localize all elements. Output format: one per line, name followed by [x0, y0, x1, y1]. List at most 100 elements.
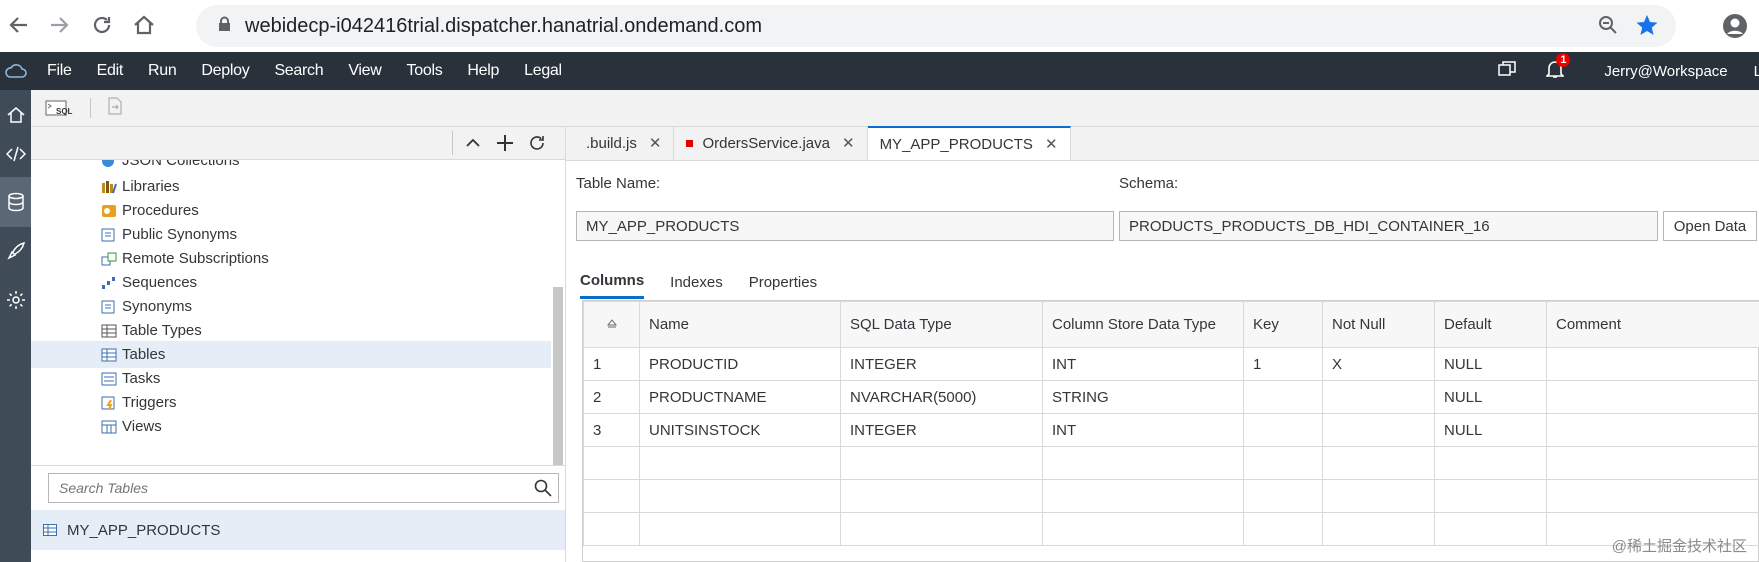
- cell-not-null[interactable]: [1322, 413, 1435, 447]
- menu-search[interactable]: Search: [274, 62, 323, 80]
- close-icon[interactable]: ✕: [1045, 135, 1058, 153]
- empty-row[interactable]: [583, 512, 1759, 546]
- cell-default[interactable]: NULL: [1434, 347, 1547, 381]
- subtab-columns[interactable]: Columns: [580, 265, 645, 299]
- editor-subtabs: Columns Indexes Properties: [580, 265, 843, 299]
- forward-icon[interactable]: [42, 7, 78, 43]
- zoom-icon[interactable]: [1598, 15, 1618, 39]
- cell-not-null[interactable]: X: [1322, 347, 1435, 381]
- cell-name[interactable]: PRODUCTNAME: [639, 380, 841, 414]
- column-header-not-null[interactable]: Not Null: [1322, 301, 1435, 348]
- cell-not-null[interactable]: [1322, 380, 1435, 414]
- empty-row[interactable]: [583, 479, 1759, 513]
- back-icon[interactable]: [0, 7, 36, 43]
- column-header-name[interactable]: Name: [639, 301, 841, 348]
- search-tables-input[interactable]: [48, 473, 559, 503]
- schema-field[interactable]: [1119, 211, 1658, 241]
- menu-tools[interactable]: Tools: [407, 62, 443, 80]
- cell-key[interactable]: [1243, 413, 1323, 447]
- add-icon[interactable]: [496, 134, 514, 156]
- search-result-row[interactable]: MY_APP_PRODUCTS: [31, 510, 565, 550]
- schema-label: Schema:: [1119, 175, 1179, 192]
- column-header-comment[interactable]: Comment: [1546, 301, 1759, 348]
- cell-store-type[interactable]: INT: [1042, 347, 1244, 381]
- tree-header: [31, 127, 565, 160]
- tree-item-json-collections[interactable]: JSON Collections: [31, 160, 551, 174]
- export-icon[interactable]: [107, 97, 123, 119]
- cell-store-type[interactable]: INT: [1042, 413, 1244, 447]
- cell-name[interactable]: UNITSINSTOCK: [639, 413, 841, 447]
- cell-sql-type[interactable]: INTEGER: [840, 347, 1043, 381]
- menu-legal[interactable]: Legal: [524, 62, 562, 80]
- column-header-default[interactable]: Default: [1434, 301, 1547, 348]
- cell-comment[interactable]: [1546, 413, 1759, 447]
- catalog-tree-panel: JSON Collections Libraries Procedures Pu…: [31, 127, 566, 562]
- menu-deploy[interactable]: Deploy: [201, 62, 249, 80]
- cell-key[interactable]: 1: [1243, 347, 1323, 381]
- tree-item-public-synonyms[interactable]: Public Synonyms: [31, 221, 551, 248]
- tree-item-remote-subscriptions[interactable]: Remote Subscriptions: [31, 245, 551, 272]
- tree-item-table-types[interactable]: Table Types: [31, 317, 551, 344]
- tree-item-synonyms[interactable]: Synonyms: [31, 293, 551, 320]
- cell-comment[interactable]: [1546, 347, 1759, 381]
- tab-my-app-products[interactable]: MY_APP_PRODUCTS ✕: [867, 126, 1071, 160]
- cell-key[interactable]: [1243, 380, 1323, 414]
- table-row[interactable]: 1 PRODUCTID INTEGER INT 1 X NULL: [583, 347, 1759, 381]
- sequence-icon: [101, 276, 117, 290]
- column-header-store-type[interactable]: Column Store Data Type: [1042, 301, 1244, 348]
- tree-item-libraries[interactable]: Libraries: [31, 173, 551, 200]
- tree-item-views[interactable]: Views: [31, 413, 551, 440]
- collapse-icon[interactable]: [465, 135, 481, 155]
- subtab-indexes[interactable]: Indexes: [670, 265, 723, 299]
- search-icon[interactable]: [534, 479, 552, 501]
- sql-console-button[interactable]: SQL: [45, 100, 72, 116]
- refresh-icon[interactable]: [528, 134, 546, 156]
- sort-column-header[interactable]: [583, 301, 640, 348]
- cell-sql-type[interactable]: INTEGER: [840, 413, 1043, 447]
- empty-row[interactable]: [583, 446, 1759, 480]
- close-icon[interactable]: ✕: [649, 134, 662, 152]
- menu-help[interactable]: Help: [467, 62, 499, 80]
- subtab-properties[interactable]: Properties: [749, 265, 817, 299]
- database-explorer-icon[interactable]: [0, 177, 31, 227]
- cell-store-type[interactable]: STRING: [1042, 380, 1244, 414]
- address-bar[interactable]: webidecp-i042416trial.dispatcher.hanatri…: [196, 5, 1676, 47]
- menu-edit[interactable]: Edit: [97, 62, 124, 80]
- column-header-sql-type[interactable]: SQL Data Type: [840, 301, 1043, 348]
- menu-file[interactable]: File: [47, 62, 72, 80]
- close-icon[interactable]: ✕: [842, 134, 855, 152]
- home-icon[interactable]: [126, 7, 162, 43]
- windows-icon[interactable]: [1498, 61, 1517, 81]
- bookmark-star-icon[interactable]: [1636, 14, 1658, 40]
- tab-build-js[interactable]: .build.js ✕: [566, 126, 675, 160]
- tree-scrollbar[interactable]: [553, 287, 563, 465]
- column-header-key[interactable]: Key: [1243, 301, 1323, 348]
- tree-item-sequences[interactable]: Sequences: [31, 269, 551, 296]
- cell-default[interactable]: NULL: [1434, 413, 1547, 447]
- cell-comment[interactable]: [1546, 380, 1759, 414]
- tree-item-procedures[interactable]: Procedures: [31, 197, 551, 224]
- tab-orders-service[interactable]: OrdersService.java ✕: [674, 126, 868, 160]
- settings-gear-icon[interactable]: [0, 275, 31, 325]
- notification-bell-icon[interactable]: 1: [1545, 53, 1571, 83]
- menu-run[interactable]: Run: [148, 62, 177, 80]
- reload-icon[interactable]: [84, 7, 120, 43]
- user-workspace[interactable]: Jerry@Workspace: [1604, 63, 1727, 80]
- deploy-rocket-icon[interactable]: [0, 226, 31, 276]
- tree-item-tables[interactable]: Tables: [31, 341, 551, 368]
- cloud-logo-icon: [0, 63, 31, 79]
- tree-item-label: Tasks: [122, 370, 161, 387]
- menu-cut-text[interactable]: L: [1754, 63, 1759, 80]
- code-editor-icon[interactable]: [0, 129, 31, 179]
- menu-view[interactable]: View: [348, 62, 382, 80]
- tree-item-tasks[interactable]: Tasks: [31, 365, 551, 392]
- table-name-field[interactable]: [576, 211, 1114, 241]
- tree-item-triggers[interactable]: Triggers: [31, 389, 551, 416]
- table-row[interactable]: 3 UNITSINSTOCK INTEGER INT NULL: [583, 413, 1759, 447]
- cell-name[interactable]: PRODUCTID: [639, 347, 841, 381]
- table-row[interactable]: 2 PRODUCTNAME NVARCHAR(5000) STRING NULL: [583, 380, 1759, 414]
- cell-sql-type[interactable]: NVARCHAR(5000): [840, 380, 1043, 414]
- open-data-button[interactable]: Open Data: [1663, 211, 1757, 241]
- cell-default[interactable]: NULL: [1434, 380, 1547, 414]
- profile-icon[interactable]: [1722, 13, 1748, 43]
